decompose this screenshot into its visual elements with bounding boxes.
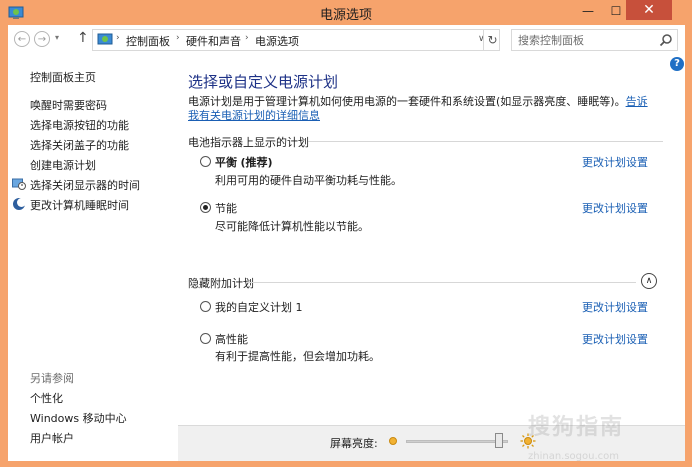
breadcrumb-separator[interactable]: › [245, 33, 249, 43]
title-bar[interactable]: 电源选项 — ☐ ✕ [0, 0, 692, 25]
forward-button[interactable]: → [34, 31, 50, 47]
plan-custom-radio[interactable] [200, 301, 211, 312]
brightness-slider-thumb[interactable] [495, 433, 504, 448]
collapse-button[interactable]: ∧ [641, 273, 657, 289]
plan-custom-label[interactable]: 我的自定义计划 1 [215, 299, 303, 315]
change-plan-settings-link[interactable]: 更改计划设置 [582, 200, 648, 216]
navigation-bar: ← → ▾ ↑ › 控制面板 › 硬件和声音 › 电源选项 ∨ ↻ [8, 25, 685, 55]
sidebar-item-sleep-time[interactable]: 更改计算机睡眠时间 [30, 197, 129, 213]
description-text: 电源计划是用于管理计算机如何使用电源的一套硬件和系统设置(如显示器亮度、睡眠等)… [188, 95, 626, 108]
recent-locations-dropdown[interactable]: ▾ [55, 33, 59, 42]
sidebar-item-lid-close[interactable]: 选择关闭盖子的功能 [30, 137, 129, 153]
search-box[interactable] [511, 29, 678, 51]
battery-plans-group-label: 电池指示器上显示的计划 [188, 136, 309, 149]
plan-power-saver-description: 尽可能降低计算机性能以节能。 [215, 220, 369, 233]
breadcrumb-separator[interactable]: › [176, 33, 180, 43]
plan-balanced-description: 利用可用的硬件自动平衡功耗与性能。 [215, 174, 402, 187]
minimize-button[interactable]: — [574, 0, 602, 21]
breadcrumb-separator: › [116, 33, 120, 43]
address-bar[interactable]: › 控制面板 › 硬件和声音 › 电源选项 ∨ [92, 29, 500, 51]
plan-high-performance-label[interactable]: 高性能 [215, 331, 248, 347]
group-divider [246, 282, 636, 283]
plan-power-saver-radio[interactable] [200, 202, 211, 213]
watermark-logo: 搜狗指南 [528, 415, 625, 440]
up-button[interactable]: ↑ [77, 30, 89, 46]
watermark-url: zhinan.sogou.com [528, 451, 620, 462]
power-options-window: 电源选项 — ☐ ✕ ← → ▾ ↑ › 控制面板 › 硬件和声音 › 电源选项… [0, 0, 692, 467]
breadcrumb-hardware-sound[interactable]: 硬件和声音 [186, 33, 241, 49]
sidebar-item-personalization[interactable]: 个性化 [30, 390, 63, 406]
plan-balanced-label[interactable]: 平衡 (推荐) [215, 154, 273, 170]
change-plan-settings-link[interactable]: 更改计划设置 [582, 331, 648, 347]
close-button[interactable]: ✕ [626, 0, 672, 20]
control-panel-icon [97, 33, 113, 45]
plan-high-performance-radio[interactable] [200, 333, 211, 344]
sidebar-item-display-off-time[interactable]: 选择关闭显示器的时间 [30, 177, 140, 193]
moon-icon [13, 198, 26, 210]
brightness-slider-track[interactable] [406, 440, 508, 443]
search-icon[interactable] [659, 33, 673, 47]
change-plan-settings-link[interactable]: 更改计划设置 [582, 154, 648, 170]
sidebar-item-power-button[interactable]: 选择电源按钮的功能 [30, 117, 129, 133]
main-content: 选择或自定义电源计划 电源计划是用于管理计算机如何使用电源的一套硬件和系统设置(… [178, 55, 685, 430]
plan-recommended-tag: (推荐) [240, 156, 273, 169]
see-also-heading: 另请参阅 [30, 372, 74, 385]
sidebar-item-control-panel-home[interactable]: 控制面板主页 [30, 69, 96, 85]
page-title: 选择或自定义电源计划 [188, 73, 339, 91]
brightness-label: 屏幕亮度: [330, 437, 378, 450]
plan-power-saver-label[interactable]: 节能 [215, 200, 237, 216]
sidebar-item-wake-password[interactable]: 唤醒时需要密码 [30, 97, 107, 113]
sidebar: 控制面板主页 唤醒时需要密码 选择电源按钮的功能 选择关闭盖子的功能 创建电源计… [8, 55, 178, 461]
sun-dim-icon [389, 437, 397, 445]
hidden-plans-group-label: 隐藏附加计划 [188, 277, 254, 290]
search-input[interactable] [512, 30, 657, 50]
back-button[interactable]: ← [14, 31, 30, 47]
plan-balanced-radio[interactable] [200, 156, 211, 167]
plan-balanced-name: 平衡 [215, 156, 237, 169]
page-description: 电源计划是用于管理计算机如何使用电源的一套硬件和系统设置(如显示器亮度、睡眠等)… [188, 95, 658, 123]
window-client-area: ← → ▾ ↑ › 控制面板 › 硬件和声音 › 电源选项 ∨ ↻ 搜索控制面板… [8, 25, 685, 462]
change-plan-settings-link[interactable]: 更改计划设置 [582, 299, 648, 315]
refresh-button[interactable]: ↻ [483, 30, 501, 50]
monitor-clock-icon [12, 178, 26, 190]
breadcrumb-control-panel[interactable]: 控制面板 [126, 33, 170, 49]
sidebar-item-user-accounts[interactable]: 用户帐户 [30, 430, 74, 446]
breadcrumb-power-options[interactable]: 电源选项 [255, 33, 299, 49]
sidebar-item-mobility-center[interactable]: Windows 移动中心 [30, 410, 127, 426]
group-divider [308, 141, 663, 142]
plan-high-performance-description: 有利于提高性能，但会增加功耗。 [215, 350, 380, 363]
sidebar-item-create-plan[interactable]: 创建电源计划 [30, 157, 96, 173]
